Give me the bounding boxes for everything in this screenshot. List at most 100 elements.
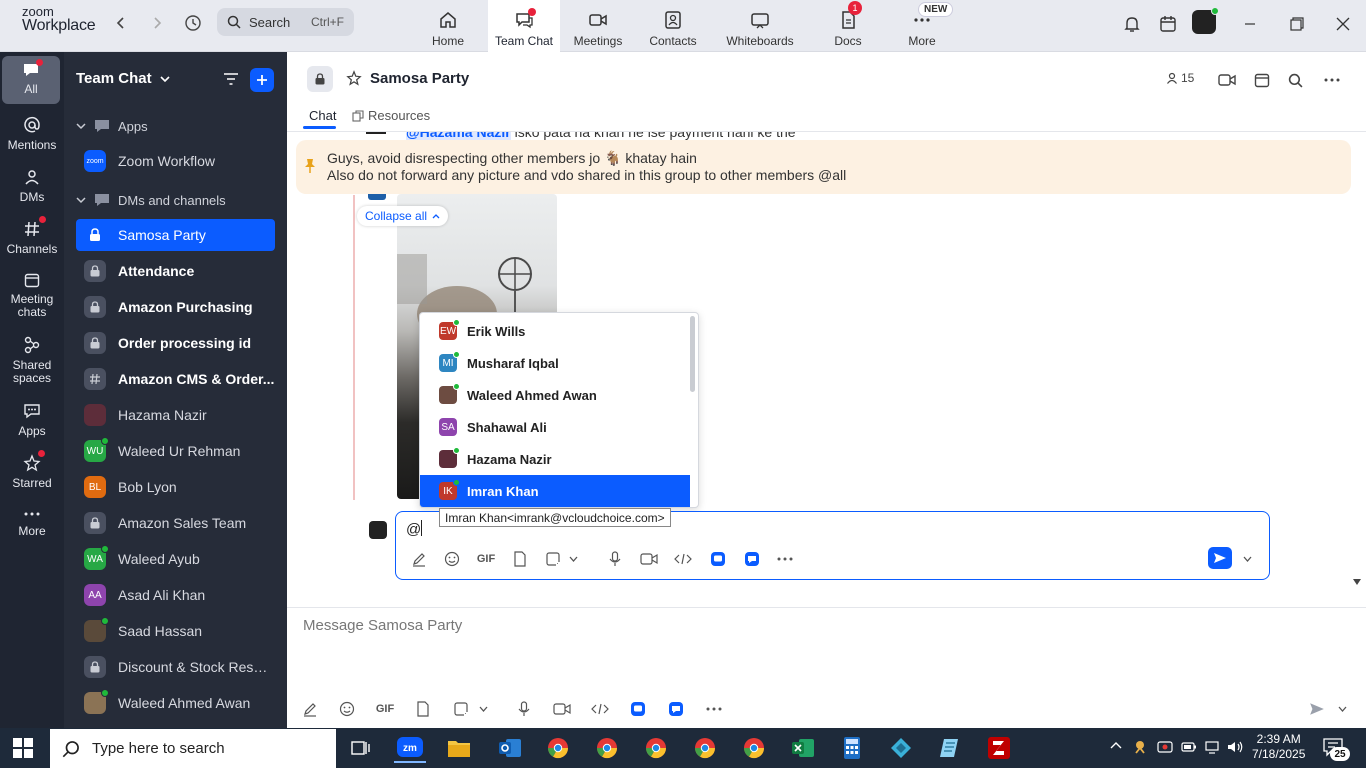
sidebar-item-amazon-purchasing[interactable]: Amazon Purchasing [76, 291, 275, 323]
format-icon[interactable] [300, 700, 320, 718]
sidebar-item-bob-lyon[interactable]: BL Bob Lyon [76, 471, 275, 503]
message-input-placeholder[interactable]: Message Samosa Party [303, 617, 462, 634]
taskbar-search-input[interactable]: Type here to search [50, 729, 336, 768]
chevron-down-icon[interactable] [476, 700, 490, 718]
notifications-bell-icon[interactable] [1120, 12, 1144, 36]
tab-contacts[interactable]: Contacts [637, 0, 709, 52]
restore-icon[interactable] [1285, 12, 1309, 36]
scroll-down-arrow[interactable] [1352, 578, 1362, 590]
app-icon[interactable] [628, 700, 648, 718]
emoji-icon[interactable] [337, 700, 357, 718]
mention-tag[interactable]: @Hazama Nazir [406, 132, 511, 140]
clock[interactable]: 2:39 AM 7/18/2025 [1252, 732, 1305, 762]
gif-button[interactable]: GIF [375, 700, 395, 718]
calendar-icon[interactable] [1156, 12, 1180, 36]
network-icon[interactable] [1204, 740, 1220, 754]
mention-suggestions[interactable]: EW Erik Wills MI Musharaf Iqbal Waleed A… [419, 312, 699, 508]
tray-app-icon[interactable] [1157, 739, 1173, 755]
microphone-icon[interactable] [514, 700, 534, 718]
format-icon[interactable] [409, 550, 429, 568]
close-icon[interactable] [1331, 12, 1355, 36]
members-button[interactable]: 15 [1166, 71, 1194, 85]
sidebar-item-zoom-workflow[interactable]: zoom Zoom Workflow [76, 145, 275, 177]
tab-docs[interactable]: 1 Docs [812, 0, 884, 52]
rail-item-shared-spaces[interactable]: Shared spaces [0, 336, 64, 385]
chevron-down-icon[interactable] [1332, 700, 1352, 718]
chrome-icon[interactable] [640, 733, 672, 763]
collapse-all-button[interactable]: Collapse all [357, 206, 449, 226]
screenshot-icon[interactable] [543, 550, 563, 568]
calculator-icon[interactable] [836, 733, 868, 763]
mention-option-shahawal-ali[interactable]: SA Shahawal Ali [420, 411, 690, 443]
outlook-icon[interactable] [494, 733, 526, 763]
more-options-icon[interactable] [775, 550, 795, 568]
mention-option-erik-wills[interactable]: EW Erik Wills [420, 315, 690, 347]
send-button[interactable] [1208, 547, 1232, 569]
more-options-icon[interactable] [704, 700, 724, 718]
mention-option-musharaf-iqbal[interactable]: MI Musharaf Iqbal [420, 347, 690, 379]
app-icon[interactable] [666, 700, 686, 718]
mention-option-waleed-ahmed-awan[interactable]: Waleed Ahmed Awan [420, 379, 690, 411]
windows-start-icon[interactable] [12, 737, 34, 759]
tab-chat[interactable]: Chat [309, 108, 336, 123]
rail-item-more[interactable]: More [0, 508, 64, 538]
minimize-icon[interactable] [1238, 12, 1262, 36]
avatar[interactable] [1192, 7, 1219, 34]
tray-app-icon[interactable] [1132, 739, 1148, 755]
pinned-message-banner[interactable]: Guys, avoid disrespecting other members … [296, 140, 1351, 194]
sidebar-item-order-processing[interactable]: Order processing id [76, 327, 275, 359]
sidebar-item-discount-stock[interactable]: Discount & Stock Reser... [76, 651, 275, 683]
tab-meetings[interactable]: Meetings [562, 0, 634, 52]
rail-item-all[interactable]: All [2, 56, 60, 104]
code-snippet-icon[interactable] [673, 550, 693, 568]
rail-item-dms[interactable]: DMs [0, 168, 64, 204]
rail-item-starred[interactable]: Starred [0, 450, 64, 490]
mention-option-imran-khan[interactable]: IK Imran Khan [420, 475, 690, 507]
file-icon[interactable] [413, 700, 433, 718]
task-view-icon[interactable] [345, 733, 377, 763]
chrome-icon[interactable] [542, 733, 574, 763]
mention-option-hazama-nazir[interactable]: Hazama Nazir [420, 443, 690, 475]
app-icon[interactable] [708, 550, 728, 568]
new-chat-button[interactable] [250, 68, 274, 92]
screenshot-icon[interactable] [451, 700, 471, 718]
rail-item-apps[interactable]: Apps [0, 402, 64, 438]
rail-item-mentions[interactable]: Mentions [0, 116, 64, 152]
sidebar-item-waleed-ur-rehman[interactable]: WU Waleed Ur Rehman [76, 435, 275, 467]
filter-icon[interactable] [222, 70, 240, 88]
emoji-icon[interactable] [442, 550, 462, 568]
sidebar-item-samosa-party[interactable]: Samosa Party [76, 219, 275, 251]
popup-scrollbar[interactable] [690, 316, 695, 392]
app-icon[interactable] [742, 550, 762, 568]
battery-icon[interactable] [1181, 740, 1197, 754]
search-icon[interactable] [1285, 70, 1305, 90]
volume-icon[interactable] [1227, 740, 1245, 754]
sidebar-item-amazon-sales-team[interactable]: Amazon Sales Team [76, 507, 275, 539]
file-explorer-icon[interactable] [443, 733, 475, 763]
video-message-icon[interactable] [552, 700, 572, 718]
app-launcher-icon[interactable] [885, 733, 917, 763]
video-icon[interactable] [1217, 70, 1237, 90]
star-icon[interactable] [346, 70, 362, 86]
sidebar-item-waleed-ayub[interactable]: WA Waleed Ayub [76, 543, 275, 575]
chrome-icon[interactable] [591, 733, 623, 763]
history-icon[interactable] [182, 12, 204, 34]
chrome-icon[interactable] [738, 733, 770, 763]
video-message-icon[interactable] [639, 550, 659, 568]
tab-home[interactable]: Home [412, 0, 484, 52]
section-apps[interactable]: Apps [76, 116, 148, 136]
file-icon[interactable] [510, 550, 530, 568]
chevron-down-icon[interactable] [566, 550, 580, 568]
section-dms-channels[interactable]: DMs and channels [76, 190, 226, 210]
notification-center-icon[interactable]: 25 [1322, 737, 1352, 761]
sidebar-item-asad-ali-khan[interactable]: AA Asad Ali Khan [76, 579, 275, 611]
microphone-icon[interactable] [605, 550, 625, 568]
sidebar-item-waleed-ahmed-awan[interactable]: Waleed Ahmed Awan [76, 687, 275, 719]
reply-input[interactable]: @ [406, 520, 423, 538]
notepad-icon[interactable] [934, 733, 966, 763]
chevron-down-icon[interactable] [1237, 550, 1257, 568]
rail-item-channels[interactable]: Channels [0, 216, 64, 256]
more-options-icon[interactable] [1322, 70, 1342, 90]
code-snippet-icon[interactable] [590, 700, 610, 718]
excel-icon[interactable] [787, 733, 819, 763]
